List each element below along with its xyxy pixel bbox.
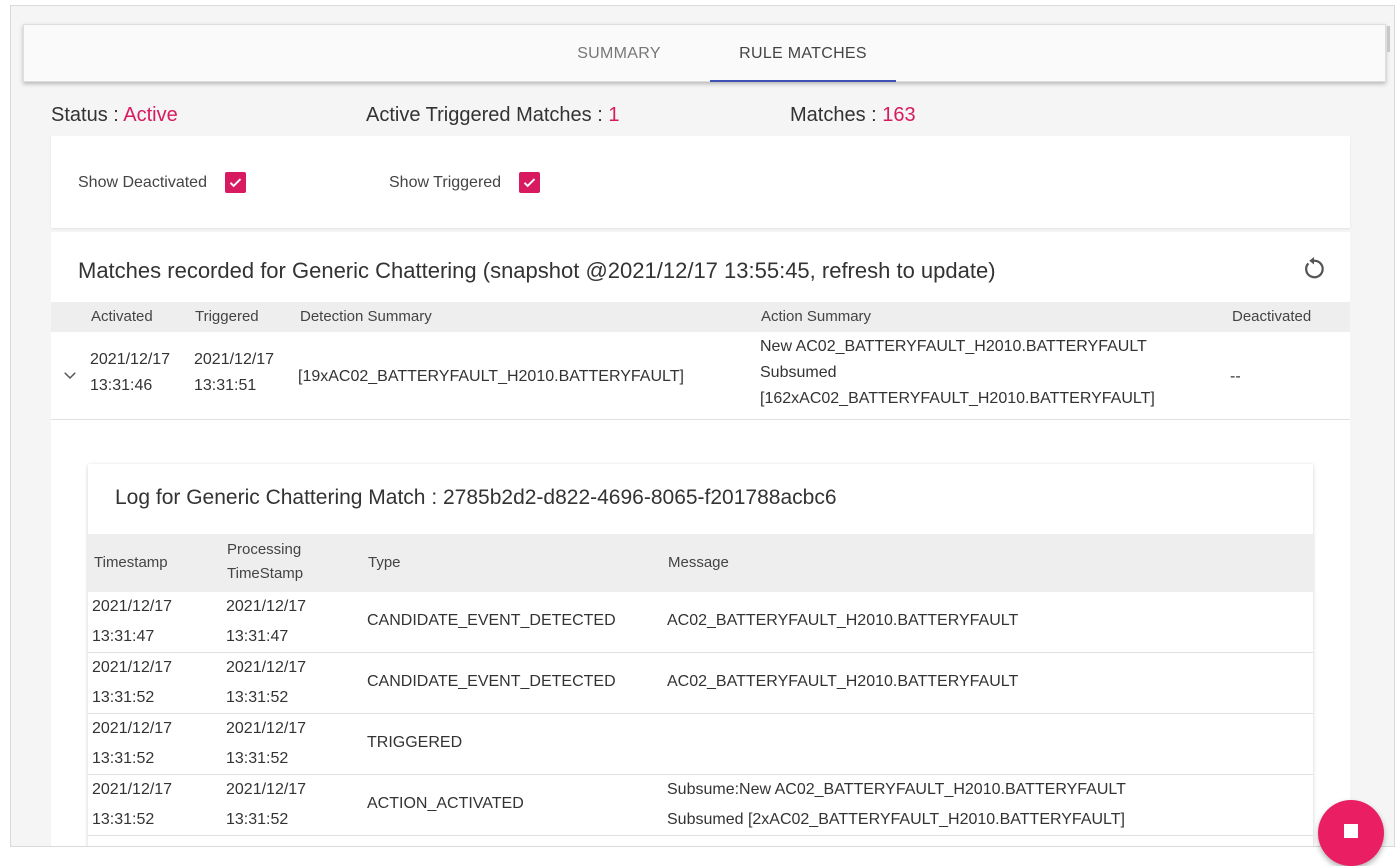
active-triggered-value: 1	[608, 104, 620, 126]
type-cell: CANDIDATE_EVENT_DETECTED	[367, 673, 616, 690]
timestamp-cell: 2021/12/17 13:31:52	[92, 720, 173, 767]
column-header-detection-summary[interactable]: Detection Summary	[300, 308, 432, 325]
show-triggered-label: Show Triggered	[389, 173, 502, 191]
match-log-card: Log for Generic Chattering Match : 2785b…	[88, 464, 1313, 846]
table-row: 2021/12/17 13:31:52 2021/12/17 13:31:52 AC…	[88, 775, 1313, 836]
action-summary-cell: New AC02_BATTERYFAULT_H2010.BATTERYFAULT…	[760, 338, 1155, 407]
processing-timestamp-cell: 2021/12/17 13:31:52	[226, 781, 307, 828]
stop-icon	[1344, 824, 1358, 838]
table-row: 2021/12/17 13:31:52 2021/12/17 13:31:52 TR…	[88, 714, 1313, 775]
deactivated-cell: --	[1230, 368, 1241, 385]
show-triggered-filter[interactable]: Show Triggered	[389, 172, 541, 193]
matches-summary: Matches : 163	[790, 104, 916, 127]
timestamp-cell: 2021/12/17 13:31:52	[92, 781, 173, 828]
log-table-header: Timestamp Processing TimeStamp Type Mess…	[88, 534, 1313, 592]
status-summary: Status : Active	[51, 104, 178, 127]
check-icon	[523, 178, 536, 188]
app-frame: SUMMARY RULE MATCHES Status : Active Act…	[10, 5, 1395, 847]
message-cell: Subsume:New AC02_BATTERYFAULT_H2010.BATT…	[667, 781, 1126, 828]
log-title: Log for Generic Chattering Match : 2785b…	[115, 486, 837, 509]
refresh-icon[interactable]	[1299, 254, 1329, 284]
tab-bar: SUMMARY RULE MATCHES	[23, 24, 1386, 82]
filters-card: Show Deactivated Show Triggered	[51, 136, 1350, 228]
processing-timestamp-cell: 2021/12/17 13:31:52	[226, 659, 307, 706]
message-cell: AC02_BATTERYFAULT_H2010.BATTERYFAULT	[667, 673, 1019, 690]
matches-value: 163	[882, 104, 916, 126]
timestamp-cell: 2021/12/17 13:31:52	[92, 659, 173, 706]
show-deactivated-filter[interactable]: Show Deactivated	[78, 172, 246, 193]
matches-label: Matches :	[790, 104, 877, 126]
show-deactivated-label: Show Deactivated	[78, 173, 207, 191]
table-row[interactable]: 2021/12/17 13:31:46 2021/12/17 13:31:51 …	[51, 332, 1350, 420]
matches-table-header: Activated Triggered Detection Summary Ac…	[51, 302, 1350, 332]
column-header-message[interactable]: Message	[668, 551, 729, 575]
scrollbar-edge	[1387, 26, 1390, 52]
status-value: Active	[123, 104, 178, 126]
status-label: Status :	[51, 104, 119, 126]
matches-card: Matches recorded for Generic Chattering …	[51, 232, 1350, 846]
show-triggered-checkbox[interactable]	[519, 172, 541, 193]
show-deactivated-checkbox[interactable]	[224, 172, 246, 193]
table-row: 2021/12/17 13:31:52 2021/12/17 13:31:52 CA…	[88, 653, 1313, 714]
activated-cell: 2021/12/17 13:31:46	[90, 351, 171, 394]
detection-summary-cell: [19xAC02_BATTERYFAULT_H2010.BATTERYFAULT…	[298, 368, 684, 385]
column-header-triggered[interactable]: Triggered	[195, 308, 259, 325]
column-header-activated[interactable]: Activated	[91, 308, 153, 325]
column-header-deactivated[interactable]: Deactivated	[1232, 308, 1311, 325]
floating-action-button[interactable]	[1318, 800, 1384, 866]
triggered-cell: 2021/12/17 13:31:51	[194, 351, 275, 394]
tab-rule-matches[interactable]: RULE MATCHES	[710, 25, 896, 83]
message-cell: AC02_BATTERYFAULT_H2010.BATTERYFAULT	[667, 612, 1019, 629]
column-header-action-summary[interactable]: Action Summary	[761, 308, 871, 325]
column-header-type[interactable]: Type	[368, 551, 401, 575]
column-header-processing-timestamp[interactable]: Processing TimeStamp	[227, 538, 303, 586]
type-cell: CANDIDATE_EVENT_DETECTED	[367, 612, 616, 629]
processing-timestamp-cell: 2021/12/17 13:31:52	[226, 720, 307, 767]
processing-timestamp-cell: 2021/12/17 13:31:47	[226, 598, 307, 645]
type-cell: TRIGGERED	[367, 734, 463, 751]
active-tab-indicator	[710, 80, 896, 82]
active-triggered-summary: Active Triggered Matches : 1	[366, 104, 619, 127]
active-triggered-label: Active Triggered Matches :	[366, 104, 603, 126]
timestamp-cell: 2021/12/17 13:31:47	[92, 598, 173, 645]
matches-title: Matches recorded for Generic Chattering …	[78, 258, 996, 283]
check-icon	[229, 178, 242, 188]
table-row: 2021/12/17 13:31:47 2021/12/17 13:31:47 CA…	[88, 592, 1313, 653]
column-header-timestamp[interactable]: Timestamp	[94, 551, 168, 575]
type-cell: ACTION_ACTIVATED	[367, 795, 524, 812]
chevron-down-icon[interactable]	[61, 366, 79, 384]
tab-summary[interactable]: SUMMARY	[544, 25, 694, 83]
